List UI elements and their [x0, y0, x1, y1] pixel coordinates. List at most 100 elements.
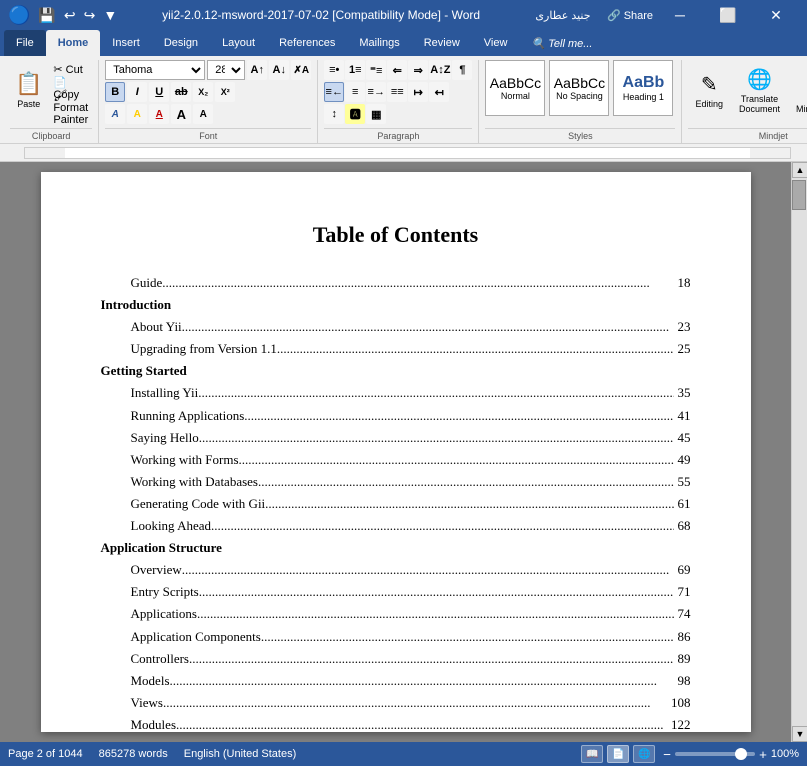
scrollbar-vertical: ▲ ▼	[791, 162, 807, 742]
tab-design[interactable]: Design	[152, 30, 210, 56]
font-size-a-big[interactable]: A	[171, 104, 191, 124]
ltr-button[interactable]: ↦	[408, 82, 428, 102]
document-page: Table of Contents Guide.................…	[41, 172, 751, 732]
font-size-increase-button[interactable]: A↑	[247, 60, 267, 80]
font-size-select[interactable]: 28	[207, 60, 245, 80]
toc-entry-page: 74	[678, 603, 691, 625]
tab-home[interactable]: Home	[46, 30, 101, 56]
editing-button[interactable]: ✎ Editing	[688, 60, 730, 120]
tab-mailings[interactable]: Mailings	[347, 30, 411, 56]
mindmanager-button[interactable]: 🧠 Send toMindManager	[789, 60, 807, 120]
text-effects-button[interactable]: A	[105, 104, 125, 124]
increase-indent-button[interactable]: ⇒	[408, 60, 428, 80]
toc-entry-dots: ........................................…	[176, 714, 667, 736]
tab-view[interactable]: View	[472, 30, 520, 56]
shading-button[interactable]: 🅰	[345, 104, 365, 124]
tab-layout[interactable]: Layout	[210, 30, 267, 56]
toc-entry-dots: ........................................…	[163, 692, 667, 714]
subscript-button[interactable]: X₂	[193, 82, 213, 102]
tab-review[interactable]: Review	[412, 30, 472, 56]
toc-entry-page: 69	[678, 559, 691, 581]
toc-entry: Modules.................................…	[101, 714, 691, 736]
font-row2: B I U ab X₂ X²	[105, 82, 235, 102]
para-row3: ↕ 🅰 ▦	[324, 104, 386, 124]
minimize-button[interactable]: ─	[657, 0, 703, 30]
save-qat-button[interactable]: 💾	[36, 5, 57, 26]
align-left-button[interactable]: ≡←	[324, 82, 344, 102]
zoom-slider[interactable]	[675, 752, 755, 756]
quick-access-toolbar: 💾 ↩ ↪ ▼	[36, 5, 119, 26]
translate-button[interactable]: 🌐 TranslateDocument	[732, 60, 787, 120]
toc-title: Table of Contents	[101, 222, 691, 248]
underline-button[interactable]: U	[149, 82, 169, 102]
redo-qat-button[interactable]: ↪	[82, 5, 98, 26]
italic-button[interactable]: I	[127, 82, 147, 102]
tab-file[interactable]: File	[4, 30, 46, 56]
customize-qat-button[interactable]: ▼	[101, 5, 119, 25]
toc-entry-dots: ........................................…	[189, 648, 674, 670]
toc-entry-text: Running Applications	[131, 405, 245, 427]
web-layout-button[interactable]: 🌐	[633, 745, 655, 763]
scroll-track[interactable]	[792, 178, 807, 726]
paragraph-content: ≡• 1≡ ⁼≡ ⇐ ⇒ A↕Z ¶ ≡← ≡ ≡→ ≡≡ ↦ ↤ ↕ 🅰 ▦	[324, 60, 472, 126]
style-normal[interactable]: AaBbCc Normal	[485, 60, 545, 116]
format-painter-button[interactable]: 🖌 Format Painter	[49, 98, 92, 116]
print-layout-button[interactable]: 📄	[607, 745, 629, 763]
decrease-indent-button[interactable]: ⇐	[387, 60, 407, 80]
user-info[interactable]: جنيد عطاری	[523, 0, 603, 30]
restore-button[interactable]: ⬜	[705, 0, 751, 30]
font-name-select[interactable]: Tahoma	[105, 60, 205, 80]
font-color-button[interactable]: A	[149, 104, 169, 124]
toc-entry-text: Guide	[131, 272, 163, 294]
font-size-a-small[interactable]: A	[193, 104, 213, 124]
highlight-button[interactable]: A	[127, 104, 147, 124]
superscript-button[interactable]: X²	[215, 82, 235, 102]
bold-button[interactable]: B	[105, 82, 125, 102]
close-button[interactable]: ✕	[753, 0, 799, 30]
rtl-button[interactable]: ↤	[429, 82, 449, 102]
toc-entry: Views...................................…	[101, 692, 691, 714]
para-row1: ≡• 1≡ ⁼≡ ⇐ ⇒ A↕Z ¶	[324, 60, 472, 80]
toc-entry-text: Working with Forms	[131, 449, 239, 471]
ribbon-tabs: File Home Insert Design Layout Reference…	[0, 30, 807, 56]
style-heading1[interactable]: AaBb Heading 1	[613, 60, 673, 116]
style-no-spacing[interactable]: AaBbCc No Spacing	[549, 60, 609, 116]
align-center-button[interactable]: ≡	[345, 82, 365, 102]
toc-entry-page: 108	[671, 692, 691, 714]
toc-entry-page: 35	[678, 382, 691, 404]
strikethrough-button[interactable]: ab	[171, 82, 191, 102]
zoom-out-button[interactable]: −	[663, 747, 671, 762]
toc-entry: Entry Scripts...........................…	[101, 581, 691, 603]
toc-entry-text: Models	[131, 670, 170, 692]
zoom-in-button[interactable]: +	[759, 747, 767, 762]
toc-entry: Getting Started	[101, 360, 691, 382]
tab-tell-me[interactable]: 🔍 Tell me...	[519, 30, 604, 56]
bullets-button[interactable]: ≡•	[324, 60, 344, 80]
tab-references[interactable]: References	[267, 30, 347, 56]
editing-group: ✎ Editing 🌐 TranslateDocument 🧠 Send toM…	[682, 60, 807, 143]
title-bar: 🔵 💾 ↩ ↪ ▼ yii2-2.0.12-msword-2017-07-02 …	[0, 0, 807, 30]
font-size-decrease-button[interactable]: A↓	[269, 60, 289, 80]
share-button[interactable]: 🔗 Share	[605, 0, 655, 30]
clear-formatting-button[interactable]: ✗A	[291, 60, 311, 80]
borders-button[interactable]: ▦	[366, 104, 386, 124]
align-right-button[interactable]: ≡→	[366, 82, 386, 102]
scroll-down-button[interactable]: ▼	[792, 726, 807, 742]
toc-entry: Guide...................................…	[101, 272, 691, 294]
toc-entry: Working with Forms......................…	[101, 449, 691, 471]
justify-button[interactable]: ≡≡	[387, 82, 407, 102]
read-mode-button[interactable]: 📖	[581, 745, 603, 763]
numbering-button[interactable]: 1≡	[345, 60, 365, 80]
sort-button[interactable]: A↕Z	[429, 60, 451, 80]
line-spacing-button[interactable]: ↕	[324, 104, 344, 124]
toc-entry-page: 55	[678, 471, 691, 493]
paste-button[interactable]: 📋 Paste	[10, 60, 47, 120]
multilevel-list-button[interactable]: ⁼≡	[366, 60, 386, 80]
scroll-up-button[interactable]: ▲	[792, 162, 807, 178]
scroll-thumb[interactable]	[792, 180, 806, 210]
show-formatting-button[interactable]: ¶	[452, 60, 472, 80]
tab-insert[interactable]: Insert	[100, 30, 152, 56]
undo-qat-button[interactable]: ↩	[62, 5, 78, 26]
mindmanager-label: Send toMindManager	[796, 94, 807, 114]
font-label: Font	[105, 128, 311, 143]
